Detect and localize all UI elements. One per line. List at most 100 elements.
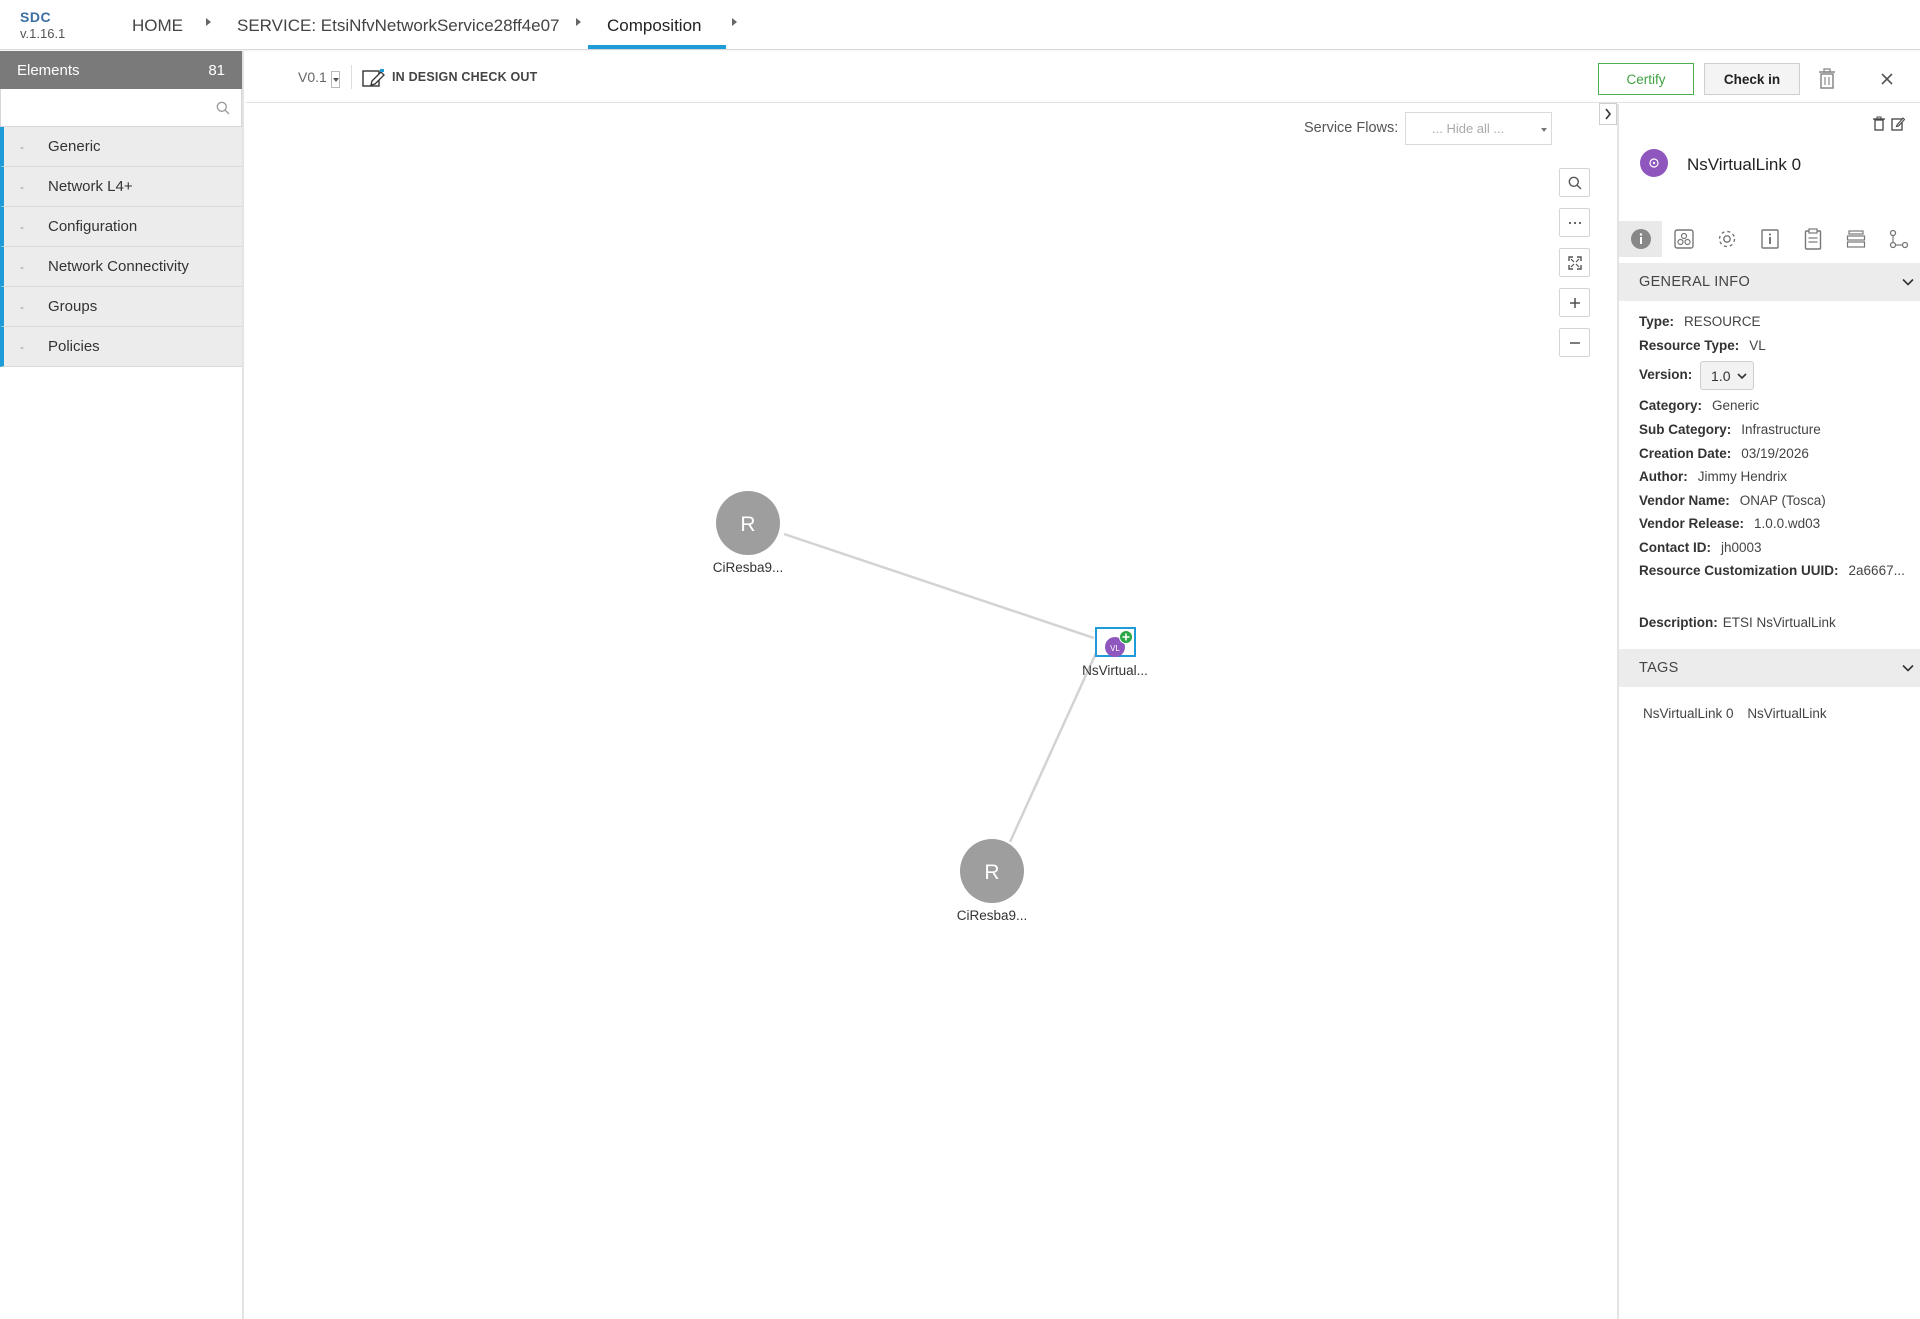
author-label: Author:	[1639, 469, 1688, 484]
tab-relations[interactable]	[1877, 221, 1920, 257]
breadcrumb-separator-icon	[206, 18, 211, 26]
creation-date-value: 03/19/2026	[1741, 446, 1809, 461]
version-select[interactable]: 1.0	[1700, 361, 1754, 390]
version-dropdown-icon[interactable]	[331, 71, 340, 88]
info-category: Category: Generic	[1639, 398, 1759, 413]
component-avatar	[1640, 149, 1668, 177]
component-title: NsVirtualLink 0	[1687, 155, 1802, 174]
collapse-dash: -	[20, 179, 24, 194]
category-configuration[interactable]: - Configuration	[0, 207, 242, 247]
tag: NsVirtualLink	[1747, 706, 1827, 721]
info-type: Type: RESOURCE	[1639, 314, 1761, 329]
category-generic[interactable]: - Generic	[0, 127, 242, 167]
certify-button[interactable]: Certify	[1598, 63, 1694, 95]
vendor-release-label: Vendor Release:	[1639, 516, 1745, 531]
zoom-in-button[interactable]	[1559, 288, 1590, 317]
fit-to-screen-button[interactable]	[1559, 248, 1590, 277]
elements-sidebar: Elements 81 - Generic - Network L4+ - Co…	[0, 51, 244, 1319]
node-letter: VL	[1110, 644, 1120, 653]
tags-header[interactable]: TAGS	[1619, 649, 1920, 687]
tab-requirements[interactable]	[1791, 221, 1834, 257]
chevron-down-icon	[1902, 278, 1914, 286]
sdc-logo[interactable]: SDC v.1.16.1	[20, 10, 65, 40]
breadcrumb-service[interactable]: SERVICE: EtsiNfvNetworkService28ff4e07	[237, 16, 560, 36]
tab-information-artifacts[interactable]	[1748, 221, 1791, 257]
contact-id-label: Contact ID:	[1639, 540, 1711, 555]
info-customization-uuid: Resource Customization UUID: 2a6667...	[1639, 563, 1905, 578]
collapse-dash: -	[20, 139, 24, 154]
info-resource-type: Resource Type: VL	[1639, 338, 1766, 353]
zoom-out-button[interactable]	[1559, 328, 1590, 357]
node-ciresba-1[interactable]: R CiResba9...	[713, 491, 784, 575]
lifecycle-status: IN DESIGN CHECK OUT	[392, 70, 538, 84]
collapse-dash: -	[20, 259, 24, 274]
category-network-l4[interactable]: - Network L4+	[0, 167, 242, 207]
close-icon[interactable]	[1876, 68, 1898, 90]
check-in-button[interactable]: Check in	[1704, 63, 1800, 95]
logo-name: SDC	[20, 9, 52, 25]
clipboard-icon	[1804, 228, 1821, 250]
tab-api-artifacts[interactable]	[1834, 221, 1877, 257]
breadcrumb-dropdown-icon[interactable]	[732, 18, 737, 26]
elements-search-input[interactable]	[1, 89, 241, 126]
category-label: Policies	[48, 338, 100, 355]
elements-search	[0, 89, 242, 127]
tab-general-info[interactable]	[1619, 221, 1662, 257]
general-info-title: GENERAL INFO	[1639, 274, 1751, 290]
category-label: Network L4+	[48, 178, 133, 195]
node-ciresba-2[interactable]: R CiResba9...	[957, 839, 1028, 923]
canvas-more-button[interactable]	[1559, 208, 1590, 237]
category-label: Category:	[1639, 398, 1703, 413]
info-vendor-name: Vendor Name: ONAP (Tosca)	[1639, 493, 1826, 508]
chevron-right-icon	[1605, 108, 1612, 120]
trash-icon[interactable]	[1816, 67, 1838, 91]
category-policies[interactable]: - Policies	[0, 327, 242, 367]
composition-canvas[interactable]: R CiResba9... VL NsVirtual... R CiResba9…	[246, 104, 1616, 1319]
chevron-down-icon	[1736, 372, 1747, 379]
connection-line[interactable]	[783, 532, 1095, 640]
subcategory-value: Infrastructure	[1741, 422, 1821, 437]
elements-title: Elements	[17, 61, 80, 79]
info-version: Version: 1.0	[1639, 361, 1754, 390]
category-network-connectivity[interactable]: - Network Connectivity	[0, 247, 242, 287]
category-label: Configuration	[48, 218, 138, 235]
type-label: Type:	[1639, 314, 1675, 329]
node-label: CiResba9...	[957, 908, 1028, 923]
tab-properties[interactable]	[1705, 221, 1748, 257]
artifacts-icon	[1673, 229, 1694, 249]
breadcrumb-home[interactable]: HOME	[132, 16, 183, 36]
node-nsvirtuallink[interactable]: VL NsVirtual...	[1082, 627, 1148, 678]
service-flows-select[interactable]: ... Hide all ...	[1405, 112, 1552, 145]
node-label: NsVirtual...	[1082, 663, 1148, 678]
uuid-value: 2a6667...	[1848, 563, 1905, 578]
logo-version: v.1.16.1	[20, 26, 66, 41]
node-letter: R	[984, 861, 999, 884]
description-label: Description:	[1639, 615, 1718, 630]
virtual-link-icon	[1649, 158, 1659, 168]
resource-type-label: Resource Type:	[1639, 338, 1740, 353]
edit-icon[interactable]	[1891, 116, 1905, 131]
breadcrumb-composition[interactable]: Composition	[607, 16, 702, 36]
tab-deployment-artifacts[interactable]	[1662, 221, 1705, 257]
active-breadcrumb-indicator	[588, 45, 726, 49]
info-vendor-release: Vendor Release: 1.0.0.wd03	[1639, 516, 1820, 531]
type-value: RESOURCE	[1684, 314, 1761, 329]
archive-icon	[1846, 230, 1865, 248]
info-box-icon	[1760, 229, 1779, 249]
plus-icon	[1569, 297, 1580, 308]
collapse-panel-button[interactable]	[1599, 103, 1617, 125]
gear-icon	[1718, 230, 1735, 248]
top-header: SDC v.1.16.1 HOME SERVICE: EtsiNfvNetwor…	[0, 0, 1920, 50]
service-flows-label: Service Flows:	[1304, 120, 1399, 136]
connection-line[interactable]	[1008, 652, 1098, 843]
version-label: Version:	[1639, 367, 1693, 383]
canvas-search-button[interactable]	[1559, 168, 1590, 197]
category-groups[interactable]: - Groups	[0, 287, 242, 327]
expand-icon	[1567, 255, 1582, 270]
delete-icon[interactable]	[1872, 116, 1886, 131]
search-icon[interactable]	[216, 101, 230, 115]
general-info-header[interactable]: GENERAL INFO	[1619, 263, 1920, 301]
collapse-dash: -	[20, 219, 24, 234]
info-icon	[1630, 229, 1651, 249]
author-value: Jimmy Hendrix	[1697, 469, 1787, 484]
